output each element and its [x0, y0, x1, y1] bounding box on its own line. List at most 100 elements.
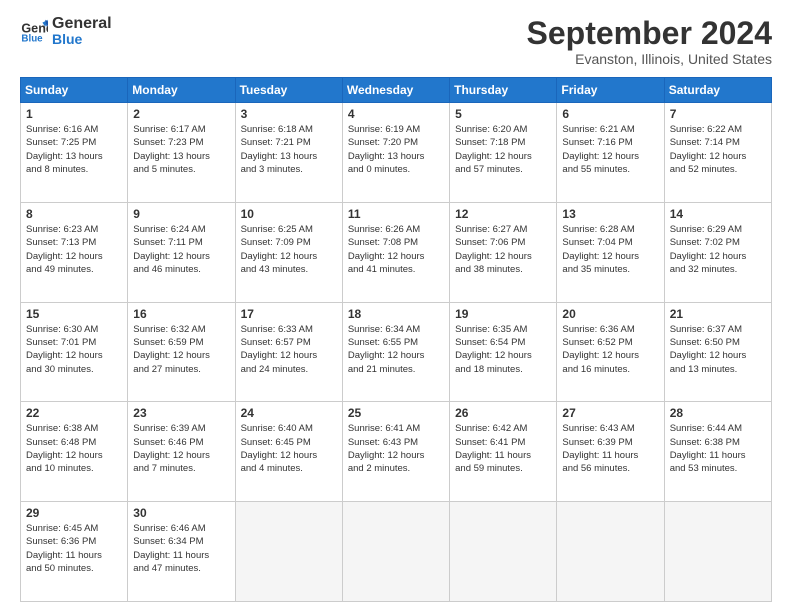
calendar-cell: 19Sunrise: 6:35 AMSunset: 6:54 PMDayligh…: [450, 302, 557, 402]
day-number: 27: [562, 406, 658, 420]
day-info: Sunrise: 6:34 AMSunset: 6:55 PMDaylight:…: [348, 323, 444, 376]
day-number: 4: [348, 107, 444, 121]
day-info: Sunrise: 6:25 AMSunset: 7:09 PMDaylight:…: [241, 223, 337, 276]
calendar-cell: 18 Sunrise: 6:34 AMSunset: 6:55 PMDayligh…: [342, 302, 449, 402]
day-number: 18: [348, 307, 444, 321]
day-info: Sunrise: 6:33 AMSunset: 6:57 PMDaylight:…: [241, 323, 337, 376]
day-info: Sunrise: 6:26 AMSunset: 7:08 PMDaylight:…: [348, 223, 444, 276]
logo-blue: Blue: [52, 32, 112, 46]
day-number: 10: [241, 207, 337, 221]
header-day-friday: Friday: [557, 78, 664, 103]
calendar-cell: 23Sunrise: 6:39 AMSunset: 6:46 PMDayligh…: [128, 402, 235, 502]
day-info: Sunrise: 6:28 AMSunset: 7:04 PMDaylight:…: [562, 223, 658, 276]
day-info: Sunrise: 6:21 AMSunset: 7:16 PMDaylight:…: [562, 123, 658, 176]
day-info: Sunrise: 6:40 AMSunset: 6:45 PMDaylight:…: [241, 422, 337, 475]
day-info: Sunrise: 6:43 AMSunset: 6:39 PMDaylight:…: [562, 422, 658, 475]
calendar-cell: 2 Sunrise: 6:17 AMSunset: 7:23 PMDaylight…: [128, 103, 235, 203]
svg-text:Blue: Blue: [21, 34, 43, 45]
day-number: 25: [348, 406, 444, 420]
calendar-cell: 29 Sunrise: 6:45 AMSunset: 6:36 PMDayligh…: [21, 502, 128, 602]
day-number: 9: [133, 207, 229, 221]
calendar-table: SundayMondayTuesdayWednesdayThursdayFrid…: [20, 77, 772, 602]
main-title: September 2024: [527, 16, 772, 51]
day-number: 1: [26, 107, 122, 121]
day-info: Sunrise: 6:44 AMSunset: 6:38 PMDaylight:…: [670, 422, 766, 475]
day-number: 13: [562, 207, 658, 221]
day-info: Sunrise: 6:35 AMSunset: 6:54 PMDaylight:…: [455, 323, 551, 376]
day-number: 11: [348, 207, 444, 221]
day-number: 29: [26, 506, 122, 520]
day-number: 20: [562, 307, 658, 321]
week-row-4: 22 Sunrise: 6:38 AMSunset: 6:48 PMDayligh…: [21, 402, 772, 502]
day-info: Sunrise: 6:45 AMSunset: 6:36 PMDaylight:…: [26, 522, 122, 575]
header-day-thursday: Thursday: [450, 78, 557, 103]
day-number: 17: [241, 307, 337, 321]
day-info: Sunrise: 6:38 AMSunset: 6:48 PMDaylight:…: [26, 422, 122, 475]
day-number: 30: [133, 506, 229, 520]
calendar-cell: 6 Sunrise: 6:21 AMSunset: 7:16 PMDaylight…: [557, 103, 664, 203]
calendar-cell: 15Sunrise: 6:30 AMSunset: 7:01 PMDayligh…: [21, 302, 128, 402]
calendar-cell: 8 Sunrise: 6:23 AMSunset: 7:13 PMDaylight…: [21, 202, 128, 302]
day-info: Sunrise: 6:18 AMSunset: 7:21 PMDaylight:…: [241, 123, 337, 176]
day-number: 21: [670, 307, 766, 321]
calendar-cell: 4Sunrise: 6:19 AMSunset: 7:20 PMDaylight…: [342, 103, 449, 203]
calendar-cell: 17 Sunrise: 6:33 AMSunset: 6:57 PMDayligh…: [235, 302, 342, 402]
day-info: Sunrise: 6:41 AMSunset: 6:43 PMDaylight:…: [348, 422, 444, 475]
calendar-cell: 16Sunrise: 6:32 AMSunset: 6:59 PMDayligh…: [128, 302, 235, 402]
logo-general: General: [52, 15, 112, 32]
page: General Blue General Blue September 2024…: [0, 0, 792, 612]
week-row-3: 15Sunrise: 6:30 AMSunset: 7:01 PMDayligh…: [21, 302, 772, 402]
logo-icon: General Blue: [20, 17, 48, 45]
calendar-cell: [450, 502, 557, 602]
header-day-tuesday: Tuesday: [235, 78, 342, 103]
logo: General Blue General Blue: [20, 16, 112, 46]
header-row: SundayMondayTuesdayWednesdayThursdayFrid…: [21, 78, 772, 103]
day-number: 28: [670, 406, 766, 420]
sub-title: Evanston, Illinois, United States: [527, 51, 772, 67]
day-number: 5: [455, 107, 551, 121]
calendar-cell: [342, 502, 449, 602]
day-info: Sunrise: 6:39 AMSunset: 6:46 PMDaylight:…: [133, 422, 229, 475]
week-row-5: 29 Sunrise: 6:45 AMSunset: 6:36 PMDayligh…: [21, 502, 772, 602]
header-day-sunday: Sunday: [21, 78, 128, 103]
calendar-body: 1 Sunrise: 6:16 AMSunset: 7:25 PMDaylight…: [21, 103, 772, 602]
header-day-wednesday: Wednesday: [342, 78, 449, 103]
day-number: 24: [241, 406, 337, 420]
calendar-cell: 7Sunrise: 6:22 AMSunset: 7:14 PMDaylight…: [664, 103, 771, 203]
day-info: Sunrise: 6:29 AMSunset: 7:02 PMDaylight:…: [670, 223, 766, 276]
calendar-cell: 14Sunrise: 6:29 AMSunset: 7:02 PMDayligh…: [664, 202, 771, 302]
header: General Blue General Blue September 2024…: [20, 16, 772, 67]
calendar-cell: 24 Sunrise: 6:40 AMSunset: 6:45 PMDayligh…: [235, 402, 342, 502]
calendar-cell: 1 Sunrise: 6:16 AMSunset: 7:25 PMDaylight…: [21, 103, 128, 203]
week-row-1: 1 Sunrise: 6:16 AMSunset: 7:25 PMDaylight…: [21, 103, 772, 203]
day-number: 2: [133, 107, 229, 121]
day-number: 22: [26, 406, 122, 420]
calendar-cell: [235, 502, 342, 602]
calendar-cell: [664, 502, 771, 602]
calendar-cell: 12Sunrise: 6:27 AMSunset: 7:06 PMDayligh…: [450, 202, 557, 302]
calendar-header: SundayMondayTuesdayWednesdayThursdayFrid…: [21, 78, 772, 103]
calendar-cell: 28 Sunrise: 6:44 AMSunset: 6:38 PMDayligh…: [664, 402, 771, 502]
calendar-cell: 26Sunrise: 6:42 AMSunset: 6:41 PMDayligh…: [450, 402, 557, 502]
day-number: 8: [26, 207, 122, 221]
calendar-cell: 13 Sunrise: 6:28 AMSunset: 7:04 PMDayligh…: [557, 202, 664, 302]
calendar-cell: 10 Sunrise: 6:25 AMSunset: 7:09 PMDayligh…: [235, 202, 342, 302]
calendar-cell: 30 Sunrise: 6:46 AMSunset: 6:34 PMDayligh…: [128, 502, 235, 602]
day-info: Sunrise: 6:27 AMSunset: 7:06 PMDaylight:…: [455, 223, 551, 276]
day-info: Sunrise: 6:20 AMSunset: 7:18 PMDaylight:…: [455, 123, 551, 176]
day-number: 7: [670, 107, 766, 121]
day-info: Sunrise: 6:16 AMSunset: 7:25 PMDaylight:…: [26, 123, 122, 176]
calendar-cell: 22 Sunrise: 6:38 AMSunset: 6:48 PMDayligh…: [21, 402, 128, 502]
day-number: 6: [562, 107, 658, 121]
title-block: September 2024 Evanston, Illinois, Unite…: [527, 16, 772, 67]
day-info: Sunrise: 6:36 AMSunset: 6:52 PMDaylight:…: [562, 323, 658, 376]
calendar-cell: 3Sunrise: 6:18 AMSunset: 7:21 PMDaylight…: [235, 103, 342, 203]
day-info: Sunrise: 6:32 AMSunset: 6:59 PMDaylight:…: [133, 323, 229, 376]
day-info: Sunrise: 6:23 AMSunset: 7:13 PMDaylight:…: [26, 223, 122, 276]
calendar-cell: 27 Sunrise: 6:43 AMSunset: 6:39 PMDayligh…: [557, 402, 664, 502]
calendar-cell: 20 Sunrise: 6:36 AMSunset: 6:52 PMDayligh…: [557, 302, 664, 402]
day-info: Sunrise: 6:46 AMSunset: 6:34 PMDaylight:…: [133, 522, 229, 575]
week-row-2: 8 Sunrise: 6:23 AMSunset: 7:13 PMDaylight…: [21, 202, 772, 302]
day-info: Sunrise: 6:17 AMSunset: 7:23 PMDaylight:…: [133, 123, 229, 176]
day-info: Sunrise: 6:30 AMSunset: 7:01 PMDaylight:…: [26, 323, 122, 376]
